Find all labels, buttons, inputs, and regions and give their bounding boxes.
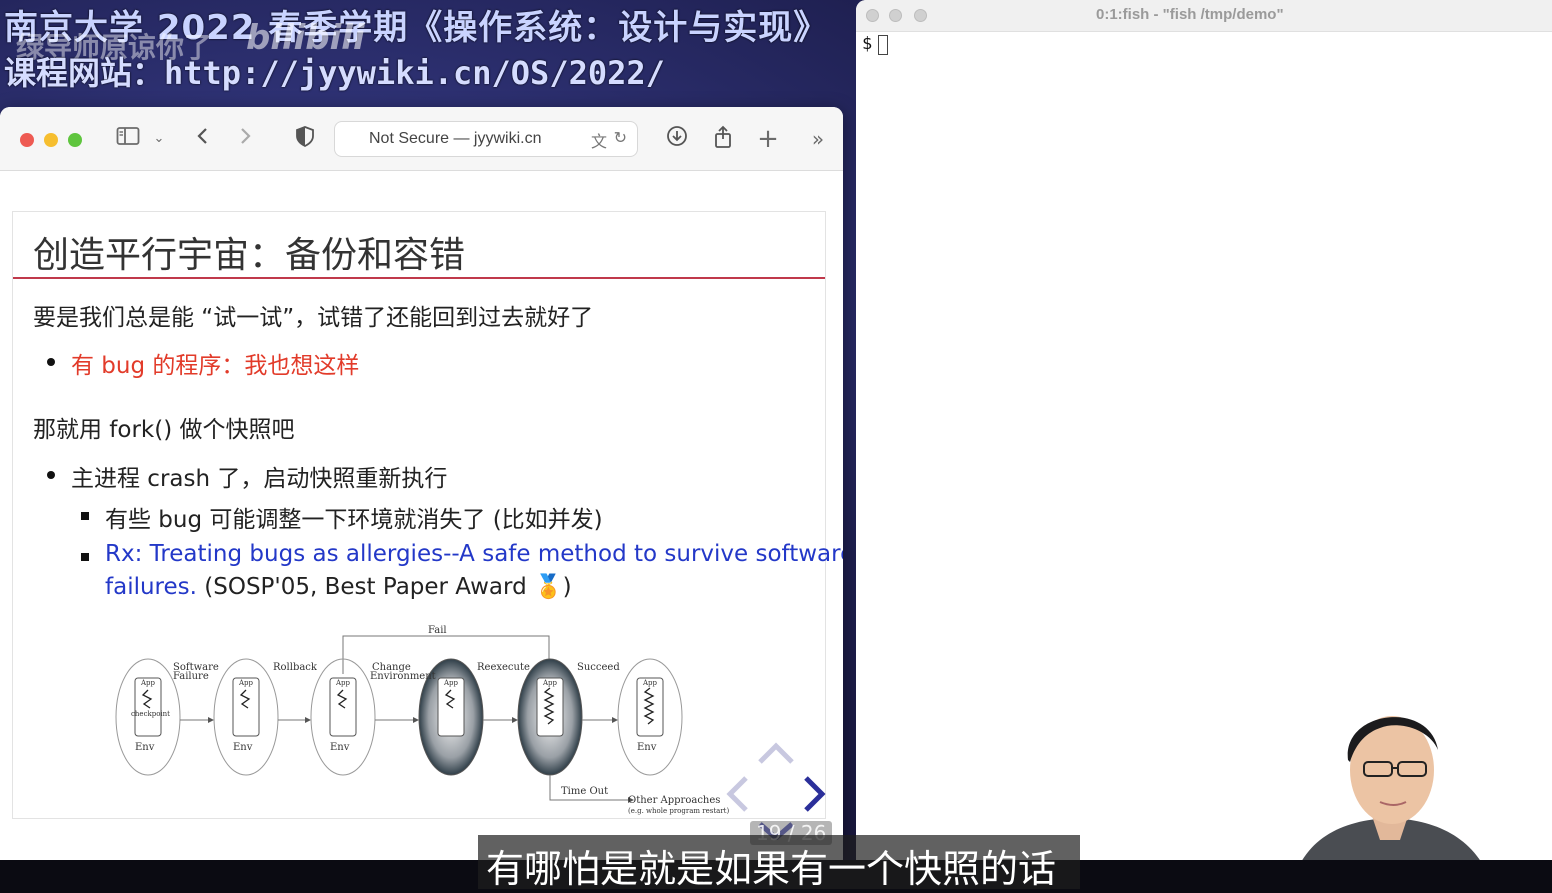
share-icon[interactable] <box>710 125 736 153</box>
svg-text:App: App <box>642 679 658 687</box>
svg-text:App: App <box>140 679 156 687</box>
bullet-dot <box>47 471 55 479</box>
svg-text:Time Out: Time Out <box>561 786 608 797</box>
bullet-2: 主进程 crash 了，启动快照重新执行 <box>71 466 448 492</box>
slide-line-2: 那就用 fork() 做个快照吧 <box>33 417 295 443</box>
download-icon[interactable] <box>664 125 690 153</box>
chevron-down-icon[interactable]: ⌄ <box>150 125 168 153</box>
bullet-dot <box>47 358 55 366</box>
svg-text:Succeed: Succeed <box>577 662 620 673</box>
slide-line-1: 要是我们总是能 “试一试”，试错了还能回到过去就好了 <box>33 305 594 331</box>
new-tab-icon[interactable]: + <box>756 125 780 153</box>
paper-link[interactable]: Rx: Treating bugs as allergies--A safe m… <box>105 541 843 567</box>
terminal-cursor[interactable] <box>878 35 888 55</box>
course-url: 课程网站：http://jyywiki.cn/OS/2022/ <box>4 54 665 92</box>
paper-link-continued[interactable]: failures. <box>105 574 197 600</box>
slide-title: 创造平行宇宙：备份和容错 <box>33 235 466 276</box>
node-3: App Env <box>310 658 376 776</box>
square-bullet <box>81 553 89 561</box>
subtitle: 有哪怕是就是如果有一个快照的话 <box>486 847 1057 891</box>
minimize-window-button[interactable] <box>889 9 902 22</box>
title-divider <box>13 277 825 279</box>
address-text: Not Secure — jyywiki.cn <box>369 130 542 147</box>
svg-text:Rollback: Rollback <box>273 662 318 673</box>
svg-text:Environment: Environment <box>370 671 436 682</box>
svg-text:(e.g. whole program restart): (e.g. whole program restart) <box>628 807 729 815</box>
nav-right-icon[interactable] <box>804 776 826 812</box>
shield-icon[interactable] <box>292 125 318 153</box>
nav-left-icon[interactable] <box>726 776 748 812</box>
forward-icon[interactable] <box>234 125 258 153</box>
translate-icon[interactable]: 文 <box>591 128 607 152</box>
node-2: App Env <box>213 658 279 776</box>
minimize-window-button[interactable] <box>44 133 58 147</box>
terminal-prompt: $ <box>862 34 873 54</box>
svg-text:Other Approaches: Other Approaches <box>628 795 720 806</box>
svg-text:App: App <box>443 679 459 687</box>
nav-up-icon[interactable] <box>758 742 794 764</box>
sub-bullet-1: 有些 bug 可能调整一下环境就消失了 (比如并发) <box>105 507 603 533</box>
sub-bullet-2-line-2: failures. (SOSP'05, Best Paper Award 🏅) <box>105 573 572 600</box>
svg-text:Env: Env <box>330 742 350 753</box>
node-5: App <box>517 658 583 776</box>
svg-text:App: App <box>238 679 254 687</box>
terminal-title: 0:1:fish - "fish /tmp/demo" <box>1096 6 1284 23</box>
svg-text:Env: Env <box>135 742 155 753</box>
terminal-titlebar: 0:1:fish - "fish /tmp/demo" <box>856 0 1552 32</box>
svg-text:Reexecute: Reexecute <box>477 662 530 673</box>
reload-icon[interactable]: ↻ <box>614 128 627 147</box>
paper-award-note: (SOSP'05, Best Paper Award 🏅) <box>196 574 572 600</box>
square-bullet <box>81 512 89 520</box>
svg-text:Env: Env <box>637 742 657 753</box>
browser-window: ⌄ Not Secure — jyywiki.cn 文 ↻ + » 创造平行宇宙… <box>0 107 843 860</box>
svg-text:checkpoint: checkpoint <box>131 710 170 718</box>
back-icon[interactable] <box>190 125 214 153</box>
close-window-button[interactable] <box>20 133 34 147</box>
node-1: App checkpoint Env <box>115 658 181 776</box>
slide: 创造平行宇宙：备份和容错 要是我们总是能 “试一试”，试错了还能回到过去就好了 … <box>12 211 843 819</box>
svg-text:App: App <box>542 679 558 687</box>
more-icon[interactable]: » <box>806 125 830 153</box>
close-window-button[interactable] <box>866 9 879 22</box>
browser-toolbar: ⌄ Not Secure — jyywiki.cn 文 ↻ + » <box>0 107 843 171</box>
zoom-window-button[interactable] <box>68 133 82 147</box>
svg-text:Failure: Failure <box>173 671 209 682</box>
zoom-window-button[interactable] <box>914 9 927 22</box>
svg-text:App: App <box>335 679 351 687</box>
diagram-label: Fail <box>428 625 447 636</box>
rx-diagram: Fail App checkpoint Env App Env App Env <box>115 625 729 815</box>
address-bar[interactable]: Not Secure — jyywiki.cn 文 ↻ <box>334 121 638 157</box>
bullet-1: 有 bug 的程序：我也想这样 <box>71 353 360 379</box>
sidebar-icon[interactable] <box>114 125 142 153</box>
node-6: App Env <box>617 658 683 776</box>
svg-text:Env: Env <box>233 742 253 753</box>
